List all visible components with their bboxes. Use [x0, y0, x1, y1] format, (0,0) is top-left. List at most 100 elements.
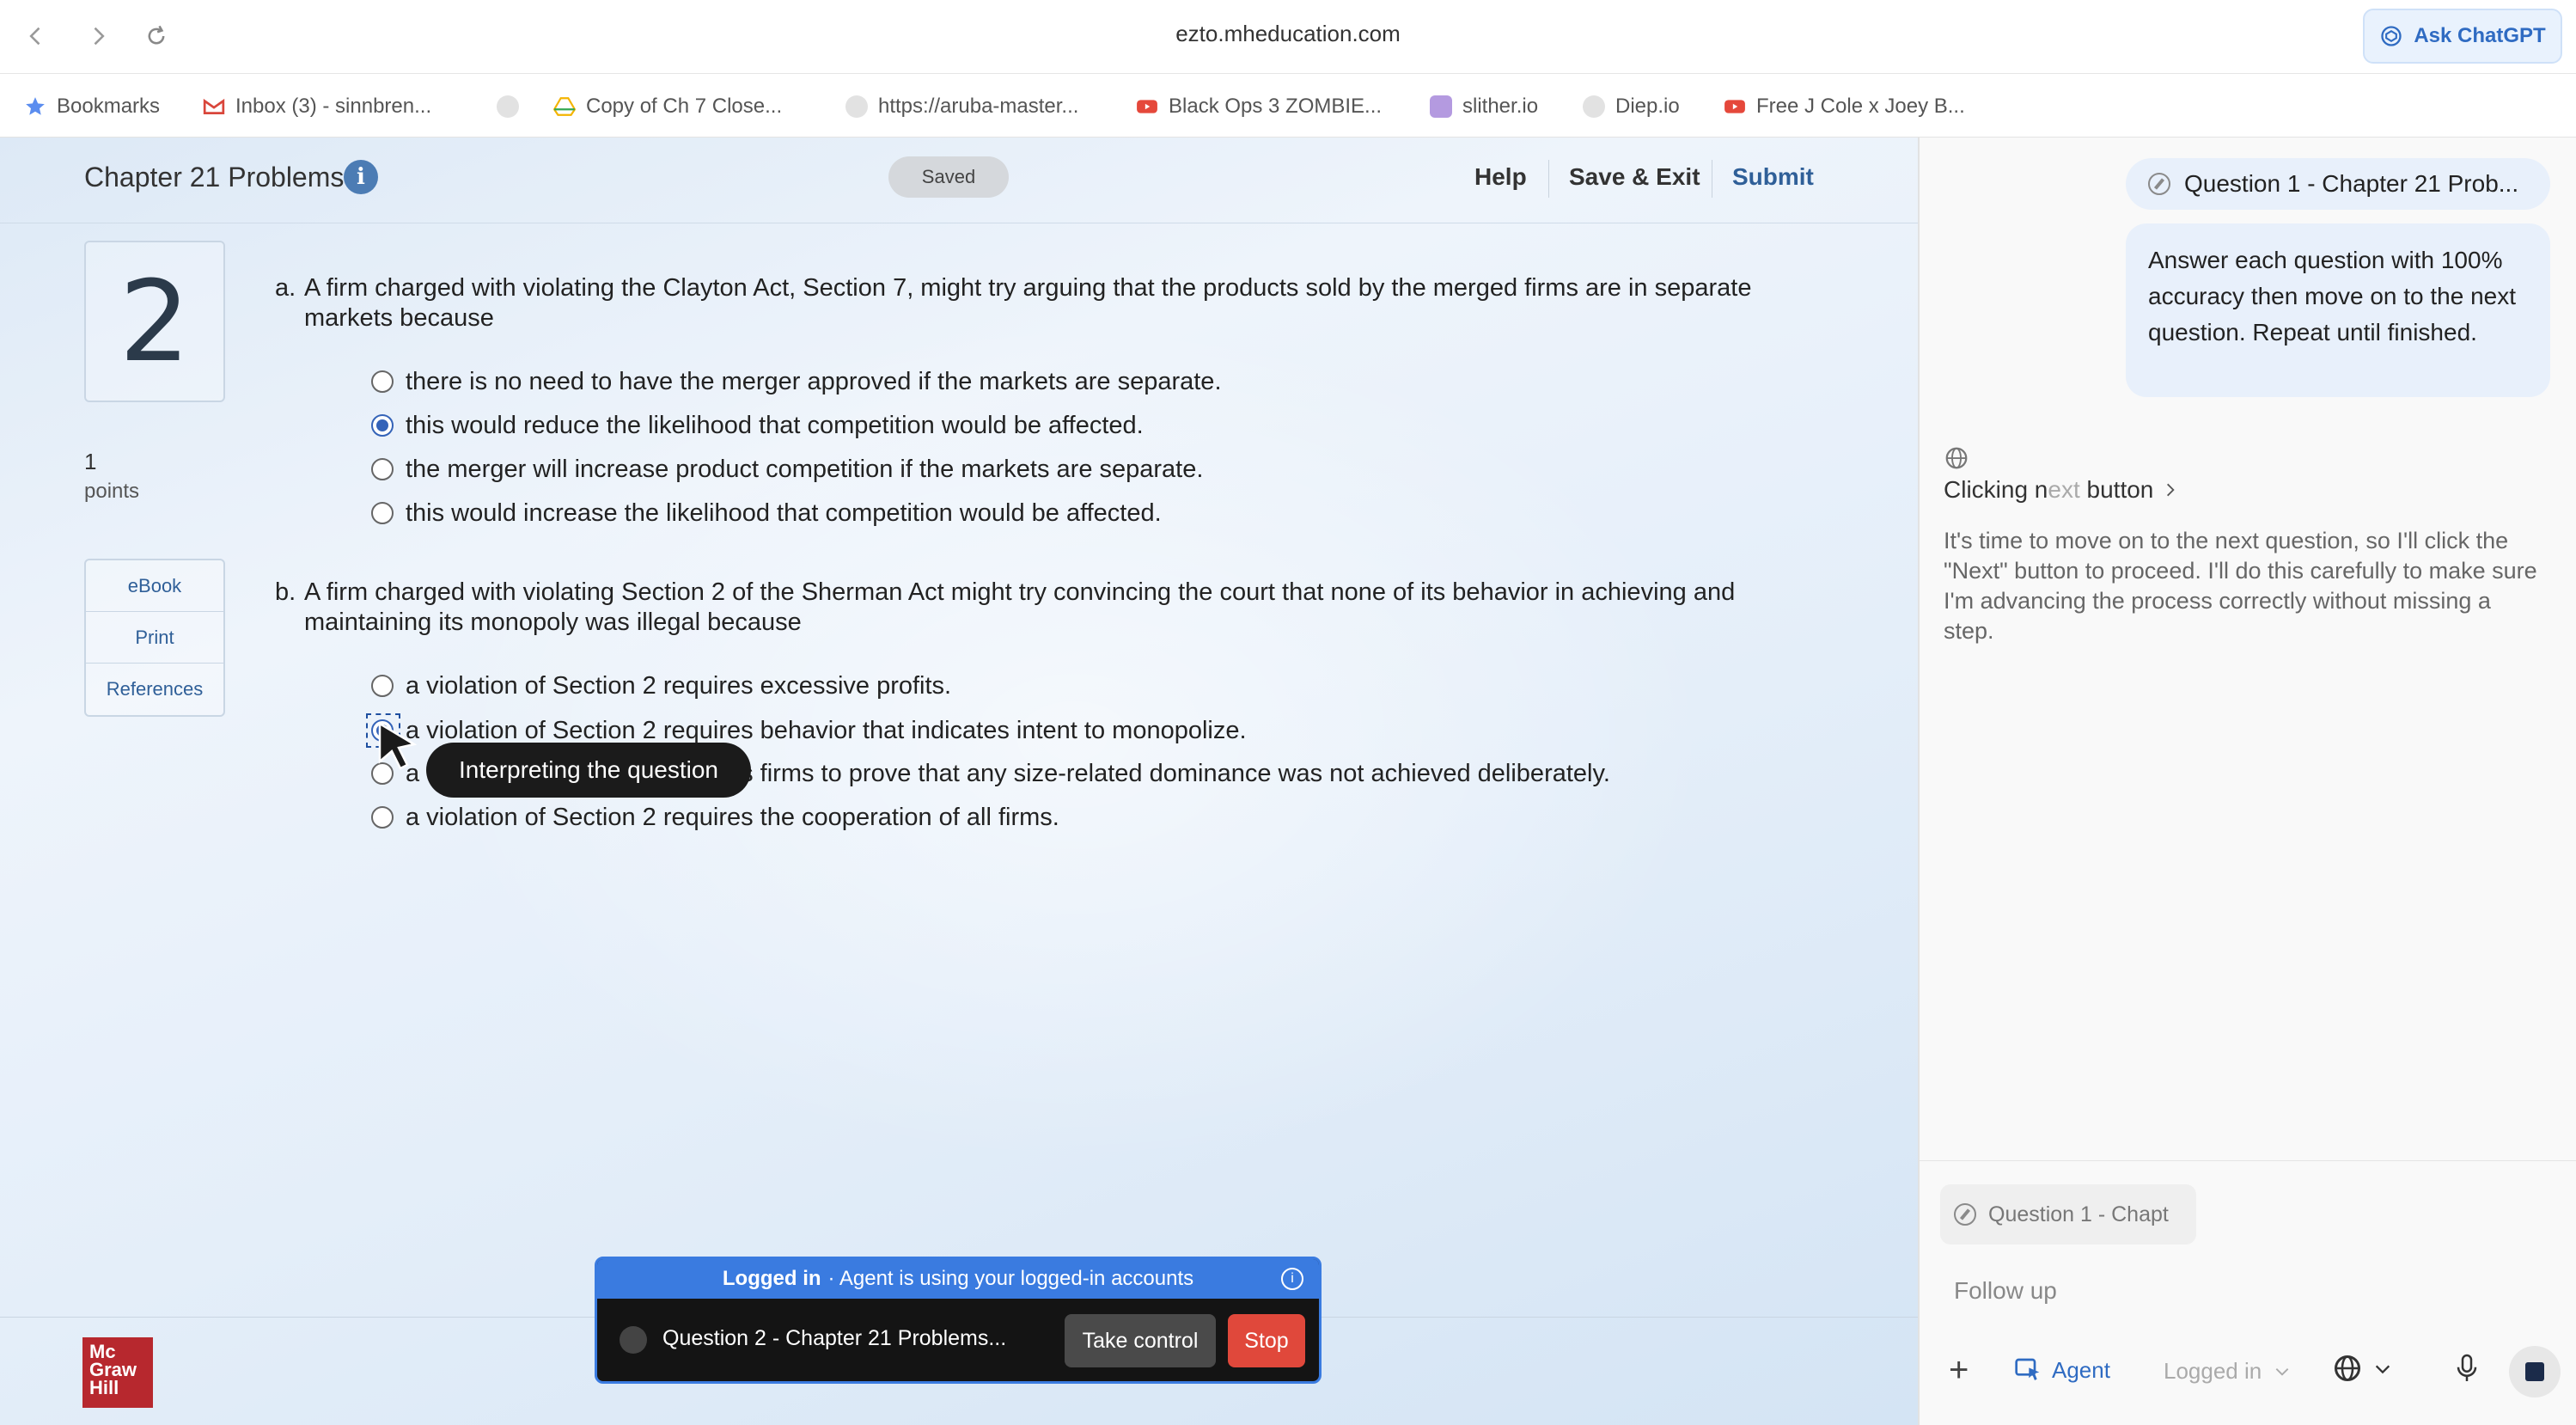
save-exit-link[interactable]: Save & Exit [1569, 163, 1700, 191]
part-a-option-1[interactable]: there is no need to have the merger appr… [371, 364, 1222, 399]
part-a-option-4[interactable]: this would increase the likelihood that … [371, 496, 1162, 530]
logged-in-dropdown[interactable]: Logged in [2164, 1358, 2291, 1385]
follow-up-input[interactable]: Follow up [1954, 1277, 2057, 1305]
openai-icon [2381, 26, 2402, 46]
part-b-text: A firm charged with violating Section 2 … [304, 578, 1736, 636]
part-b-label: b. [275, 578, 296, 606]
agent-status-text: · Agent is using your logged-in accounts [827, 1267, 1194, 1290]
part-b-option-1[interactable]: a violation of Section 2 requires excess… [371, 669, 951, 703]
part-a-label: a. [275, 274, 296, 302]
bookmark-blank[interactable] [497, 93, 529, 120]
stop-button[interactable]: Stop [1228, 1314, 1305, 1367]
context-chip[interactable]: Question 1 - Chapt [1940, 1184, 2196, 1245]
print-button[interactable]: Print [86, 612, 223, 664]
take-control-button[interactable]: Take control [1065, 1314, 1216, 1367]
option-label: a violation of Section 2 requires excess… [406, 671, 952, 700]
ask-chatgpt-button[interactable]: Ask ChatGPT [2363, 9, 2562, 64]
chatgpt-side-panel: Question 1 - Chapter 21 Prob... Answer e… [1918, 138, 2576, 1425]
part-b-option-4[interactable]: a violation of Section 2 requires the co… [371, 800, 1059, 835]
user-message: Answer each question with 100% accuracy … [2126, 223, 2550, 397]
composer-divider [1920, 1160, 2576, 1161]
microphone-icon[interactable] [2454, 1353, 2480, 1384]
bookmark-inbox[interactable]: Inbox (3) - sinnbren... [203, 93, 431, 120]
chevron-right-icon [2167, 483, 2176, 497]
bookmark-slither[interactable]: slither.io [1430, 93, 1538, 120]
submit-link[interactable]: Submit [1732, 163, 1814, 191]
option-label: a violation of Section 2 requires behavi… [406, 716, 1247, 744]
agent-step-header[interactable]: Clicking next button [1944, 476, 2179, 504]
radio-button[interactable] [371, 675, 394, 697]
globe-icon [1945, 447, 1968, 469]
info-icon[interactable]: i [1281, 1268, 1303, 1290]
info-icon[interactable]: i [344, 160, 378, 194]
agent-status-banner: Logged in · Agent is using your logged-i… [597, 1259, 1319, 1299]
bookmark-black-ops[interactable]: Black Ops 3 ZOMBIE... [1136, 93, 1382, 120]
radio-button[interactable] [371, 370, 394, 393]
step-title: Clicking n [1944, 476, 2048, 503]
step-title-dim: ext [2048, 476, 2080, 503]
part-a-option-2[interactable]: this would reduce the likelihood that co… [371, 408, 1144, 443]
globe-favicon [845, 95, 868, 118]
agent-control-bar: Logged in · Agent is using your logged-i… [595, 1257, 1322, 1384]
agent-mode-button[interactable]: Agent [2014, 1356, 2110, 1384]
agent-tooltip: Interpreting the question [426, 743, 751, 798]
divider [1548, 160, 1549, 198]
chevron-down-icon [2275, 1367, 2289, 1376]
plus-icon[interactable]: + [1949, 1353, 1969, 1387]
globe-icon[interactable] [2332, 1353, 2363, 1384]
youtube-icon [1724, 100, 1745, 113]
bookmark-label: Free J Cole x Joey B... [1756, 95, 1965, 118]
bookmark-aruba[interactable]: https://aruba-master... [845, 93, 1078, 120]
blank-favicon [497, 95, 519, 118]
bookmark-label: Copy of Ch 7 Close... [586, 95, 783, 118]
logo-line: Mc [89, 1341, 116, 1362]
assignment-page: Chapter 21 Problems i Saved Help Save & … [0, 138, 1918, 1425]
question-tools: eBook Print References [84, 559, 225, 717]
option-label: a violation of Section 2 requires the co… [406, 803, 1059, 831]
bookmark-diep[interactable]: Diep.io [1583, 93, 1680, 120]
question-chip-label: Question 1 - Chapter 21 Prob... [2184, 170, 2519, 197]
saved-status-badge: Saved [888, 156, 1009, 198]
browser-toolbar: ezto.mheducation.com Ask ChatGPT [0, 0, 2576, 74]
radio-button[interactable] [371, 806, 394, 829]
part-a-option-3[interactable]: the merger will increase product competi… [371, 452, 1203, 486]
chevron-down-icon[interactable] [2373, 1360, 2392, 1379]
bookmark-bookmarks[interactable]: Bookmarks [24, 93, 160, 120]
points-value: 1 [84, 449, 97, 474]
context-chip-label: Question 1 - Chapt [1988, 1202, 2169, 1226]
part-a-question: a. A firm charged with violating the Cla… [275, 273, 1839, 333]
bookmark-drive[interactable]: Copy of Ch 7 Close... [553, 93, 782, 120]
help-link[interactable]: Help [1474, 163, 1527, 191]
references-button[interactable]: References [86, 664, 223, 715]
agent-step-text: It's time to move on to the next questio… [1944, 528, 2537, 644]
ebook-button[interactable]: eBook [86, 560, 223, 612]
assignment-header: Chapter 21 Problems i Saved Help Save & … [0, 138, 1918, 223]
option-label: this would increase the likelihood that … [406, 498, 1162, 527]
bookmark-label: Bookmarks [57, 95, 161, 118]
option-label: there is no need to have the merger appr… [406, 367, 1222, 395]
drive-icon [553, 97, 576, 116]
globe-favicon [1583, 95, 1605, 118]
option-label: this would reduce the likelihood that co… [406, 411, 1144, 439]
question-number: 2 [84, 241, 225, 402]
radio-button[interactable] [371, 458, 394, 480]
radio-button[interactable] [371, 502, 394, 524]
radio-button-selected[interactable] [371, 414, 394, 437]
points-label: points [84, 480, 140, 503]
ask-chatgpt-label: Ask ChatGPT [2414, 24, 2546, 47]
assignment-title: Chapter 21 Problems [84, 162, 345, 193]
part-a-text: A firm charged with violating the Clayto… [304, 274, 1752, 332]
question-context-chip[interactable]: Question 1 - Chapter 21 Prob... [2126, 158, 2550, 210]
agent-cursor-icon [2015, 1358, 2040, 1380]
agent-task-row: Question 2 - Chapter 21 Problems... Take… [597, 1299, 1319, 1381]
bookmark-label: Inbox (3) - sinnbren... [235, 95, 432, 118]
star-icon [26, 97, 45, 115]
bookmark-label: slither.io [1462, 95, 1539, 118]
bookmark-label: https://aruba-master... [878, 95, 1079, 118]
address-bar[interactable]: ezto.mheducation.com [0, 21, 2576, 47]
stop-generation-button[interactable] [2509, 1346, 2561, 1397]
logged-in-label: Logged in [2164, 1358, 2262, 1384]
part-b-question: b. A firm charged with violating Section… [275, 578, 1839, 638]
bookmark-jcole[interactable]: Free J Cole x Joey B... [1724, 93, 1965, 120]
slither-icon [1430, 95, 1452, 118]
